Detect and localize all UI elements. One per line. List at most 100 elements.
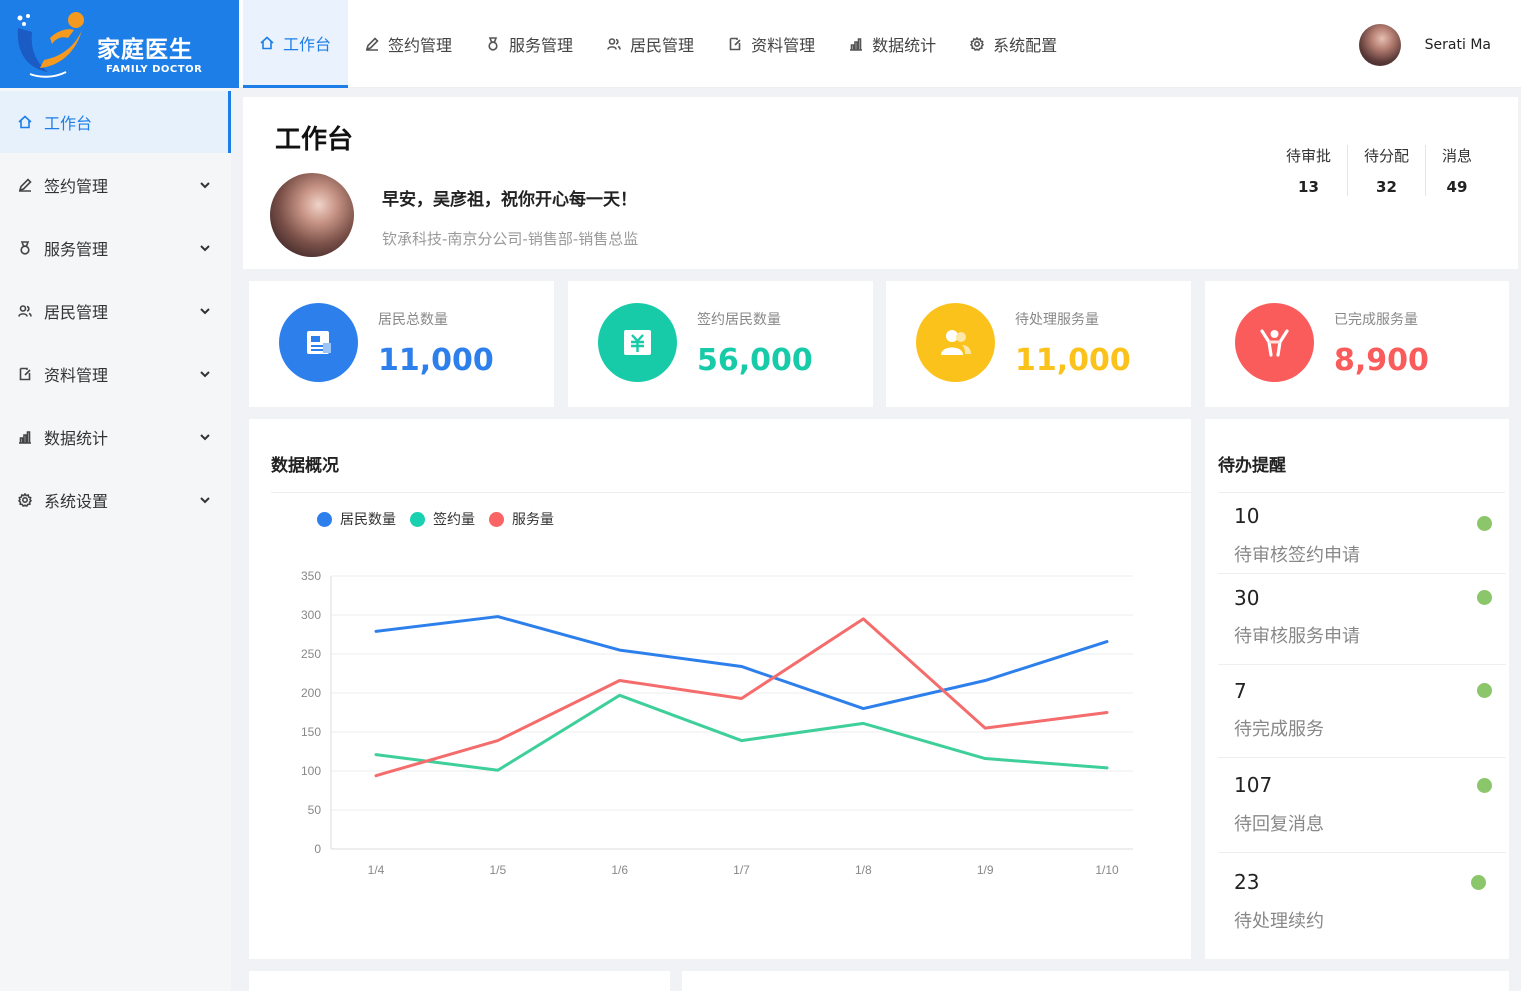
sidebar-item-statistics[interactable]: 数据统计 xyxy=(0,405,231,468)
chevron-down-icon[interactable] xyxy=(199,179,211,191)
gear-icon xyxy=(970,37,985,51)
bar-chart-icon xyxy=(19,430,31,444)
stat-pending-approval[interactable]: 待审批 13 xyxy=(1270,145,1347,196)
metric-value: 11,000 xyxy=(1015,343,1131,378)
status-dot xyxy=(1477,683,1492,698)
sidebar-item-label: 居民管理 xyxy=(44,302,109,322)
chevron-down-icon[interactable] xyxy=(199,494,211,506)
status-dot xyxy=(1477,590,1492,605)
stat-label: 消息 xyxy=(1441,147,1472,165)
y-tick-label: 50 xyxy=(308,803,322,817)
series-line xyxy=(374,615,1109,711)
x-tick-label: 1/10 xyxy=(1095,863,1119,877)
chevron-down-icon[interactable] xyxy=(199,242,211,254)
todo-card: 待办提醒 10 待审核签约申请 30 待审核服务申请 7 待完成服务 107 待… xyxy=(1205,419,1509,959)
metric-icon-circle xyxy=(916,303,995,382)
sidebar-item-label: 系统设置 xyxy=(44,491,109,511)
topnav-label: 服务管理 xyxy=(509,36,574,55)
stat-value: 13 xyxy=(1298,178,1319,196)
stat-pending-assign[interactable]: 待分配 32 xyxy=(1346,145,1425,196)
bar-chart-icon xyxy=(850,38,863,51)
metric-label: 待处理服务量 xyxy=(1015,312,1099,328)
sidebar-item-residents[interactable]: 居民管理 xyxy=(0,279,231,342)
metric-card-signed[interactable]: 签约居民数量 56,000 xyxy=(568,281,873,407)
medal-icon xyxy=(20,240,30,255)
todo-count: 7 xyxy=(1234,679,1247,703)
x-tick-label: 1/6 xyxy=(611,863,628,877)
sidebar-item-documents[interactable]: 资料管理 xyxy=(0,342,231,405)
sidebar-item-workbench[interactable]: 工作台 xyxy=(0,91,231,153)
topnav-item-documents[interactable]: 资料管理 xyxy=(711,0,832,88)
family-doctor-logo-icon xyxy=(17,12,84,78)
home-icon xyxy=(260,35,274,49)
overview-chart-card: 数据概况 居民数量 签约量 服务量 0 50 100 150 200 250 300 350 1… xyxy=(249,419,1191,959)
topnav-label: 数据统计 xyxy=(872,36,937,55)
metric-card-completed-service[interactable]: 已完成服务量 8,900 xyxy=(1205,281,1509,407)
gear-icon xyxy=(18,492,32,507)
status-dot xyxy=(1477,778,1492,793)
greeting-text: 早安，吴彦祖，祝你开心每一天！ xyxy=(382,190,637,210)
sidebar-item-service[interactable]: 服务管理 xyxy=(0,216,231,279)
stat-value: 49 xyxy=(1446,178,1468,196)
chevron-down-icon[interactable] xyxy=(199,431,211,443)
medal-icon xyxy=(488,37,498,51)
users-icon xyxy=(607,38,621,50)
x-tick-label: 1/8 xyxy=(855,863,872,877)
user-name[interactable]: Serati Ma xyxy=(1425,37,1491,53)
logo-title: 家庭医生 xyxy=(97,37,193,63)
pencil-icon xyxy=(365,37,379,51)
users-icon xyxy=(941,330,971,355)
header-stats: 待审批 13 待分配 32 消息 49 xyxy=(1270,145,1488,196)
cheer-person-icon xyxy=(1260,329,1289,357)
y-tick-label: 250 xyxy=(301,647,321,661)
todo-item[interactable]: 23 待处理续约 xyxy=(1218,853,1506,943)
metric-value: 11,000 xyxy=(378,343,494,378)
topnav-item-statistics[interactable]: 数据统计 xyxy=(832,0,953,88)
metric-label: 已完成服务量 xyxy=(1334,312,1418,328)
todo-item[interactable]: 107 待回复消息 xyxy=(1218,758,1506,853)
topnav-label: 资料管理 xyxy=(751,36,816,55)
sidebar-item-contract[interactable]: 签约管理 xyxy=(0,153,231,216)
metric-icon-circle xyxy=(1235,303,1314,382)
logo-subtitle: FAMILY DOCTOR xyxy=(106,64,203,75)
topnav-item-settings[interactable]: 系统配置 xyxy=(953,0,1074,88)
sidebar-item-label: 数据统计 xyxy=(44,428,109,448)
chevron-down-icon[interactable] xyxy=(199,305,211,317)
todo-count: 30 xyxy=(1234,586,1260,610)
topnav-item-workbench[interactable]: 工作台 xyxy=(243,0,349,88)
metric-card-pending-service[interactable]: 待处理服务量 11,000 xyxy=(886,281,1191,407)
todo-label: 待处理续约 xyxy=(1234,911,1324,932)
topnav-item-residents[interactable]: 居民管理 xyxy=(590,0,711,88)
id-card-icon xyxy=(307,331,331,354)
user-menu[interactable]: Serati Ma xyxy=(1358,24,1491,66)
topnav-label: 签约管理 xyxy=(388,36,453,55)
y-tick-label: 0 xyxy=(314,842,321,856)
profile-avatar xyxy=(270,173,354,257)
chevron-down-icon[interactable] xyxy=(199,368,211,380)
todo-item[interactable]: 10 待审核签约申请 xyxy=(1218,493,1506,574)
avatar[interactable] xyxy=(1358,24,1401,66)
sidebar-item-label: 资料管理 xyxy=(44,365,109,385)
stat-value: 32 xyxy=(1376,178,1397,196)
topnav-item-service[interactable]: 服务管理 xyxy=(469,0,590,88)
metric-icon-circle xyxy=(279,303,358,382)
line-chart: 0 50 100 150 200 250 300 350 1/4 1/5 1/6 1/7 1/8 1/9 1… xyxy=(301,569,1133,877)
stat-messages[interactable]: 消息 49 xyxy=(1424,145,1488,196)
organization-text: 钦承科技-南京分公司-销售部-销售总监 xyxy=(382,230,639,248)
status-dot xyxy=(1477,516,1492,531)
app-logo[interactable]: 家庭医生 FAMILY DOCTOR xyxy=(0,0,239,88)
metric-card-residents[interactable]: 居民总数量 11,000 xyxy=(249,281,554,407)
users-icon xyxy=(18,304,32,317)
sidebar-item-label: 工作台 xyxy=(44,114,93,133)
workbench-header: 工作台 早安，吴彦祖，祝你开心每一天！ 钦承科技-南京分公司-销售部-销售总监 … xyxy=(243,97,1518,269)
series-line xyxy=(374,617,1109,778)
todo-item[interactable]: 30 待审核服务申请 xyxy=(1218,574,1506,665)
home-icon xyxy=(18,115,32,129)
todo-item[interactable]: 7 待完成服务 xyxy=(1218,665,1506,758)
x-tick-label: 1/9 xyxy=(977,863,994,877)
sidebar-item-settings[interactable]: 系统设置 xyxy=(0,468,231,531)
x-tick-label: 1/7 xyxy=(733,863,750,877)
topnav-item-contract[interactable]: 签约管理 xyxy=(348,0,469,88)
y-tick-label: 150 xyxy=(301,725,321,739)
y-tick-label: 100 xyxy=(301,764,321,778)
